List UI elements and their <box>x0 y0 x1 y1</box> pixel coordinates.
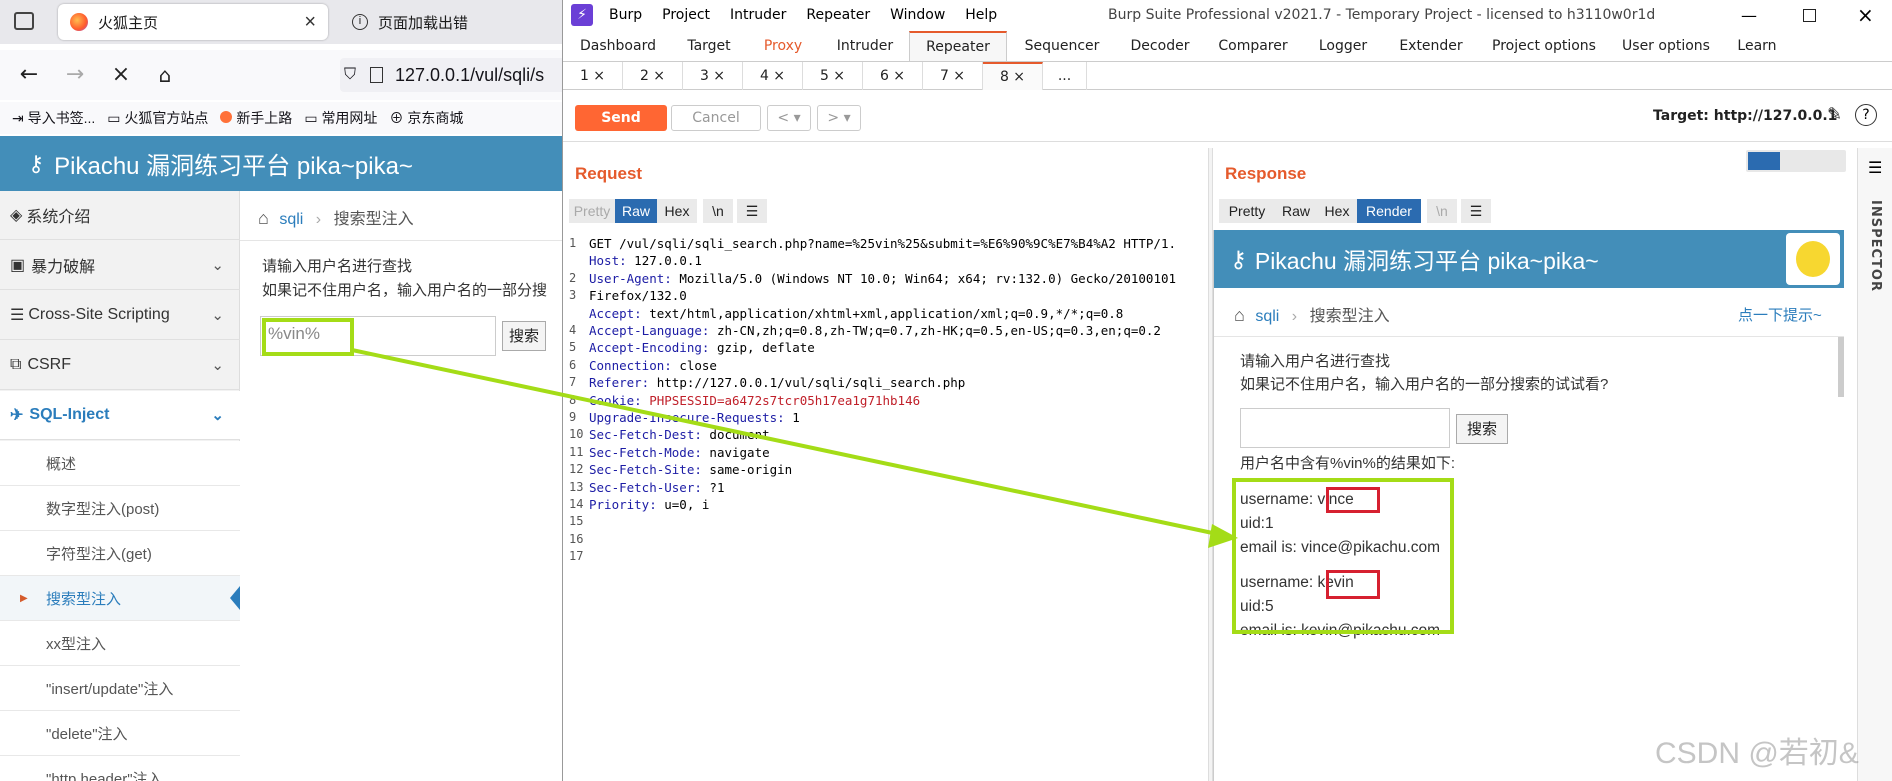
arrow-head <box>1208 524 1238 548</box>
csdn-watermark: CSDN @若初& <box>1655 737 1859 770</box>
annotation-arrow <box>351 348 1238 548</box>
arrow-line <box>351 348 1223 537</box>
